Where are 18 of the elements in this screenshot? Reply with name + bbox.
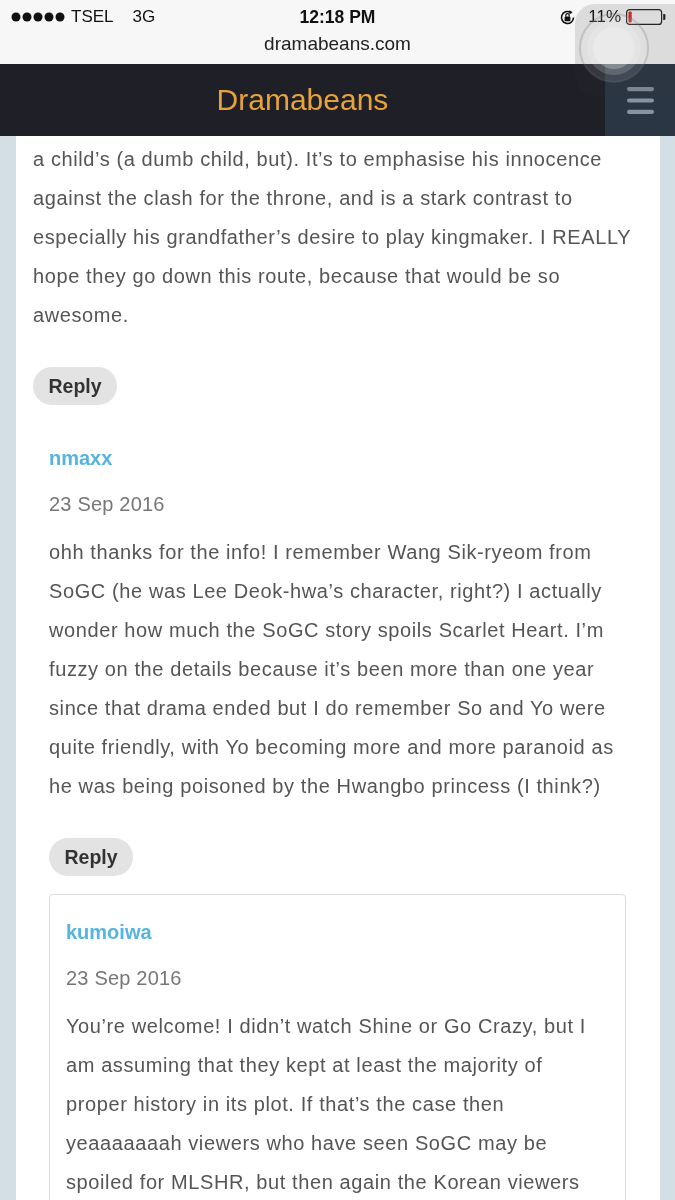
battery-icon (626, 9, 666, 25)
reply-button[interactable]: Reply (33, 367, 118, 405)
battery-percent: 11% (588, 7, 621, 27)
site-logo-text[interactable]: Dramabeans (216, 83, 389, 117)
clock-time: 12:18 PM (299, 6, 376, 28)
comment-date: 23 Sep 2016 (66, 966, 183, 991)
menu-button[interactable] (605, 64, 675, 136)
comment-text: ohh thanks for the info! I remember Wang Sik-ryeom from SoGC (he was Lee Deok-hwa’s character, right?) I actually wonder how much the SoGC story spoils Scarlet Heart. I’m fuzzy on the details because it’s been more than one year since that drama ended but I do remember So and Yo were quite friendly, with Yo becoming more and more paranoid as he was being poisoned by the Hwangbo princess (I think?) (49, 540, 615, 799)
signal-dots-icon (11, 12, 65, 22)
reply-button[interactable]: Reply (49, 838, 134, 876)
menu-icon (626, 86, 654, 114)
comment-date: 23 Sep 2016 (49, 492, 166, 517)
network-type: 3G (132, 7, 156, 27)
comment-text: You’re welcome! I didn’t watch Shine or Go Crazy, but I am assuming that they kept at least the majority of proper history in its plot. If that’s the case then yeaaaaaaah viewers who have seen SoGC may be spoiled for MLSHR, but then again the Korean viewers (66, 1014, 587, 1195)
address-bar[interactable]: dramabeans.com (0, 34, 675, 54)
comment-text: a child’s (a dumb child, but). It’s to emphasise his innocence against the clash for the throne, and is a stark contrast to especially his grandfather’s desire to play kingmaker. I REALLY hope they go down this route, because that would be so awesome. (33, 147, 632, 328)
carrier-name: TSEL (71, 7, 114, 27)
rotation-lock-icon (559, 8, 577, 26)
